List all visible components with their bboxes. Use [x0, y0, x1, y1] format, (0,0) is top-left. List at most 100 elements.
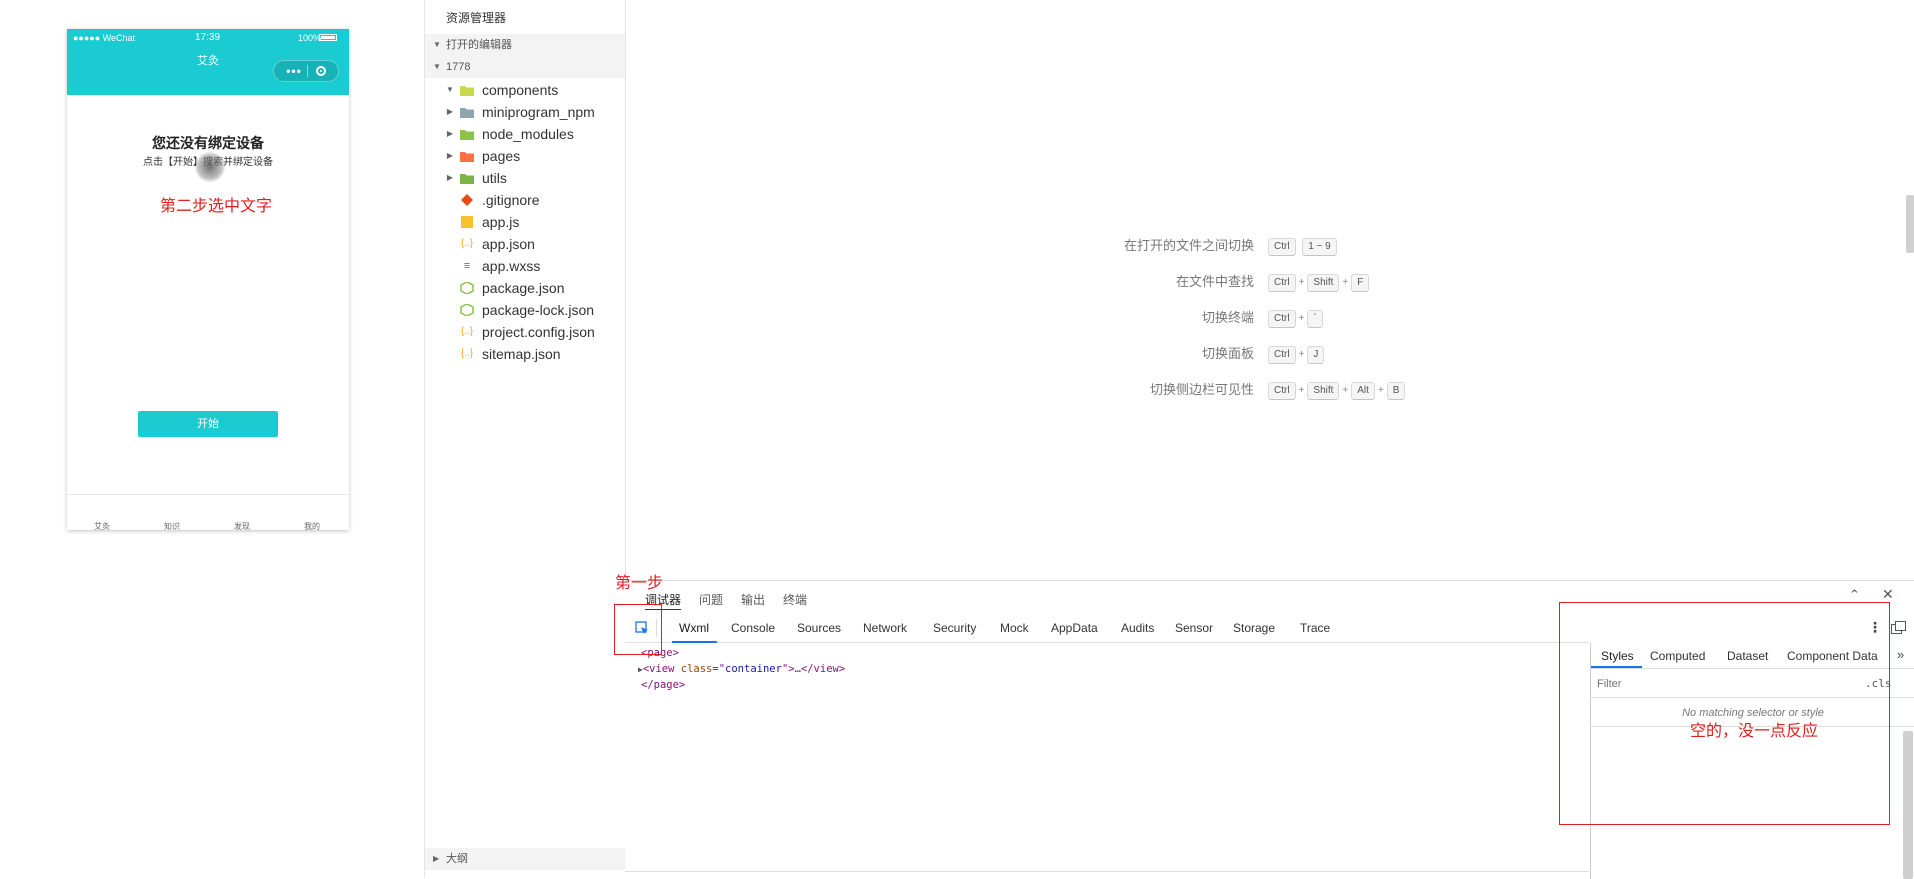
explorer-sidebar: 资源管理器 ▼ 打开的编辑器 ▼ 1778 ▼ components ▶ min…	[424, 0, 626, 878]
key-cap: Ctrl	[1268, 381, 1296, 400]
tree-item-pages[interactable]: ▶ pages	[425, 145, 625, 167]
more-tabs-icon[interactable]: »	[1897, 647, 1904, 662]
tree-item-label: pages	[482, 148, 521, 164]
tab-aijiu[interactable]: 艾灸	[67, 521, 137, 532]
close-miniprogram-icon[interactable]	[316, 66, 326, 76]
battery-percent: 100%	[298, 33, 322, 43]
status-time: 17:39	[195, 32, 221, 43]
json-icon: {..}	[460, 238, 474, 249]
outline-section[interactable]: ▶ 大纲	[425, 848, 625, 870]
battery-icon	[319, 34, 337, 41]
tree-item-label: package-lock.json	[482, 302, 595, 318]
npm-icon	[460, 281, 474, 295]
shortcut-row: 在文件中查找 Ctrl + Shift + F	[1000, 272, 1500, 292]
shortcut-row: 切换终端 Ctrl + `	[1000, 308, 1500, 328]
shortcut-label: 切换侧边栏可见性	[1149, 382, 1254, 397]
tab-storage[interactable]: Storage	[1233, 621, 1275, 635]
wxml-view-node[interactable]: ▶<view class="container">…</view>	[638, 663, 845, 675]
shortcut-keys: Ctrl + Shift + Alt + B	[1268, 380, 1406, 401]
tree-item-app-wxss[interactable]: ≡ app.wxss	[425, 255, 625, 277]
start-button[interactable]: 开始	[138, 411, 278, 437]
annotation-step2: 第二步选中文字	[160, 198, 273, 215]
folder-components-icon	[460, 84, 474, 96]
tree-item-package-json[interactable]: package.json	[425, 277, 625, 299]
carrier-label: ●●●●● WeChat	[73, 33, 136, 43]
styles-scrollbar[interactable]	[1903, 731, 1913, 879]
tree-item-utils[interactable]: ▶ utils	[425, 167, 625, 189]
key-cap: 1 ~ 9	[1302, 237, 1337, 256]
key-cap: Ctrl	[1268, 273, 1296, 292]
css-icon: ≡	[463, 260, 471, 272]
shortcut-label: 在文件中查找	[1175, 274, 1254, 289]
empty-heading: 您还没有绑定设备	[152, 135, 264, 151]
chevron-right-icon: ▶	[446, 151, 454, 160]
tab-mock[interactable]: Mock	[1000, 621, 1029, 635]
explorer-title: 资源管理器	[446, 11, 507, 25]
open-editors-section[interactable]: ▼ 打开的编辑器	[425, 34, 625, 56]
tree-item-label: components	[482, 82, 559, 98]
tab-output[interactable]: 输出	[741, 591, 765, 608]
tab-security[interactable]: Security	[933, 621, 976, 635]
tab-appdata[interactable]: AppData	[1051, 621, 1098, 635]
dock-icon[interactable]	[1891, 621, 1906, 639]
more-icon[interactable]: •••	[282, 61, 306, 81]
wxml-page-close[interactable]: </page>	[641, 679, 685, 691]
tree-item-label: miniprogram_npm	[482, 104, 595, 120]
open-editors-label: 打开的编辑器	[446, 39, 512, 51]
tab-network[interactable]: Network	[863, 621, 907, 635]
key-cap: Ctrl	[1268, 309, 1296, 328]
project-section[interactable]: ▼ 1778	[425, 56, 625, 78]
annotation-box-inspect	[614, 604, 662, 655]
tree-item-app-json[interactable]: {..} app.json	[425, 233, 625, 255]
shortcut-keys: Ctrl 1 ~ 9	[1268, 236, 1337, 256]
npm-icon	[460, 303, 474, 317]
tab-audits[interactable]: Audits	[1121, 621, 1154, 635]
tab-wxml[interactable]: Wxml	[679, 621, 709, 635]
tree-item-package-lock-json[interactable]: package-lock.json	[425, 299, 625, 321]
nav-bar: 艾灸 •••	[67, 48, 349, 95]
tab-trace[interactable]: Trace	[1300, 621, 1330, 635]
chevron-right-icon: ▶	[446, 173, 454, 182]
active-tab-indicator	[672, 641, 717, 643]
chevron-up-icon[interactable]: ⌃	[1849, 587, 1860, 603]
key-cap: Ctrl	[1268, 237, 1296, 256]
tree-item-label: project.config.json	[482, 324, 595, 340]
tab-problems[interactable]: 问题	[699, 591, 723, 608]
shortcut-keys: Ctrl + `	[1268, 308, 1323, 329]
capsule-menu[interactable]: •••	[273, 60, 339, 82]
shortcut-keys: Ctrl + Shift + F	[1268, 272, 1370, 293]
tree-item-app-js[interactable]: app.js	[425, 211, 625, 233]
annotation-box-styles	[1559, 602, 1890, 825]
tab-sources[interactable]: Sources	[797, 621, 841, 635]
folder-node-icon	[460, 128, 474, 140]
key-cap: Ctrl	[1268, 345, 1296, 364]
tree-item-node-modules[interactable]: ▶ node_modules	[425, 123, 625, 145]
tab-knowledge[interactable]: 知识	[137, 521, 207, 532]
folder-pages-icon	[460, 150, 474, 162]
json-icon: {..}	[460, 326, 474, 337]
tree-item-sitemap-json[interactable]: {..} sitemap.json	[425, 343, 625, 365]
tree-item-label: package.json	[482, 280, 565, 296]
chevron-right-icon: ▶	[446, 107, 454, 116]
tree-item-project-config-json[interactable]: {..} project.config.json	[425, 321, 625, 343]
tree-item-gitignore[interactable]: .gitignore	[425, 189, 625, 211]
json-icon: {..}	[460, 348, 474, 359]
tab-discover[interactable]: 发现	[207, 521, 277, 532]
key-cap: `	[1307, 309, 1323, 328]
shortcut-row: 在打开的文件之间切换 Ctrl 1 ~ 9	[1000, 236, 1500, 256]
chevron-down-icon: ▼	[446, 85, 454, 94]
shortcut-row: 切换侧边栏可见性 Ctrl + Shift + Alt + B	[1000, 380, 1500, 400]
tab-sensor[interactable]: Sensor	[1175, 621, 1213, 635]
tree-item-miniprogram-npm[interactable]: ▶ miniprogram_npm	[425, 101, 625, 123]
tree-item-label: node_modules	[482, 126, 574, 142]
tab-mine[interactable]: 我的	[277, 521, 347, 532]
tab-console[interactable]: Console	[731, 621, 775, 635]
shortcut-label: 切换面板	[1201, 346, 1254, 361]
shortcut-label: 在打开的文件之间切换	[1123, 238, 1254, 253]
close-icon[interactable]: ✕	[1882, 586, 1894, 603]
chevron-right-icon: ▶	[446, 129, 454, 138]
tree-item-components[interactable]: ▼ components	[425, 79, 625, 101]
chevron-down-icon: ▼	[433, 62, 441, 71]
tab-terminal[interactable]: 终端	[783, 591, 807, 608]
editor-scrollbar[interactable]	[1906, 195, 1914, 253]
